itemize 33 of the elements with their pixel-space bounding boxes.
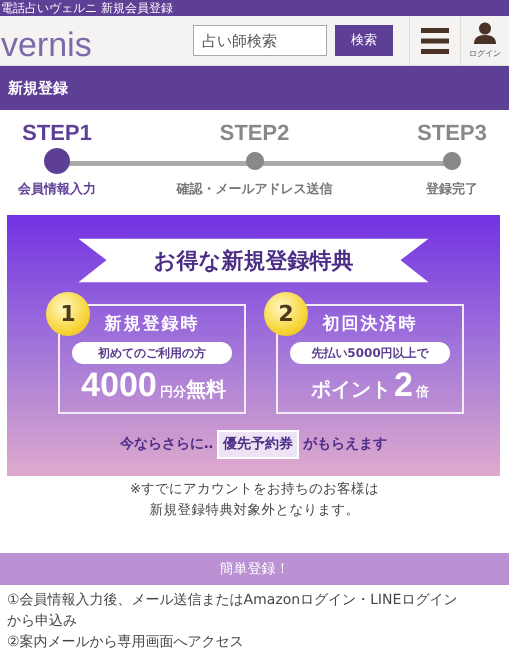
note-text: ※すでにアカウントをお持ちのお客様は <box>128 480 380 499</box>
search-field[interactable]: 占い師検索 <box>193 25 327 56</box>
search-button[interactable]: 検索 <box>335 25 393 56</box>
step-label: 会員情報入力 <box>18 180 96 199</box>
login-button[interactable]: ログイン <box>461 16 509 66</box>
number-badge: 2 <box>264 292 308 336</box>
instruction-text: ①会員情報入力後、メール送信またはAmazonログイン・LINEログインから申込み <box>7 591 458 631</box>
person-icon <box>474 22 496 44</box>
bonus-text: 今ならさらに‥ <box>120 435 214 454</box>
condition-label: 先払い5000円以上で <box>290 342 450 364</box>
bonus-text: がもらえます <box>303 435 388 454</box>
reward-text: 倍 <box>416 386 429 398</box>
section-header: 新規登録 <box>0 66 509 110</box>
instruction-text: ②案内メールから専用画面へアクセス <box>7 633 245 652</box>
step-label: 登録完了 <box>426 180 478 199</box>
page-title-bar: 電話占いヴェルニ 新規会員登録 <box>0 0 509 16</box>
benefit-heading: 新規登録時 <box>104 313 200 336</box>
section-header: 簡単登録！ <box>0 553 509 585</box>
reward-text: 無料 <box>186 378 226 398</box>
reward-text: ポイント <box>311 378 392 398</box>
condition-label: 初めてのご利用の方 <box>72 342 232 364</box>
reward-text: 円分 <box>160 386 186 398</box>
reward-text: 4000 <box>81 368 157 402</box>
step-number: STEP1 <box>22 120 92 146</box>
ticket-label: 優先予約券 <box>217 430 300 459</box>
step-number: STEP3 <box>417 120 487 146</box>
logo[interactable]: vernis <box>1 20 92 62</box>
step-number: STEP2 <box>220 120 290 146</box>
reward-text: 2 <box>394 368 413 402</box>
number-badge: 1 <box>46 292 90 336</box>
note-text: 新規登録特典対象外となります。 <box>148 501 360 520</box>
benefit-heading: 初回決済時 <box>322 313 418 336</box>
step-label: 確認・メールアドレス送信 <box>176 181 332 199</box>
